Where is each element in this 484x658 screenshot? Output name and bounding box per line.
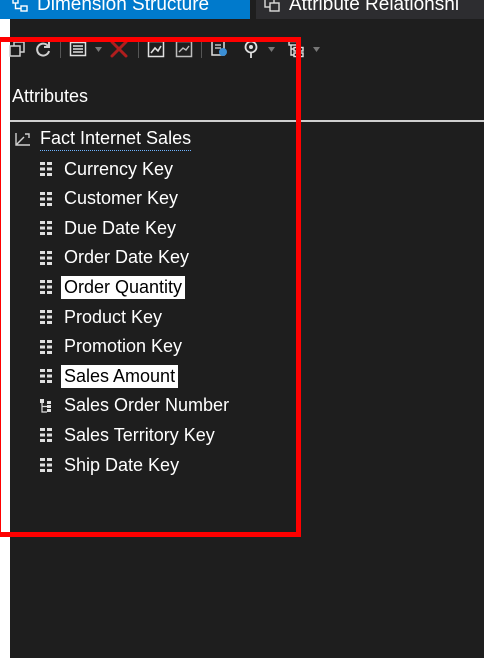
delete-icon bbox=[110, 40, 128, 58]
tree-item-attribute[interactable]: Currency Key bbox=[40, 156, 176, 182]
show-attribute-tree-icon bbox=[288, 40, 304, 58]
attribute-label: Promotion Key bbox=[64, 336, 183, 357]
attribute-label: Product Key bbox=[64, 306, 163, 327]
dimension-structure-icon bbox=[12, 0, 28, 12]
zoom-dropdown[interactable] bbox=[267, 39, 276, 59]
hide-table-icon bbox=[175, 40, 193, 58]
tab-attribute-relationships[interactable]: Attribute Relationshi bbox=[256, 0, 484, 19]
tab-label: Attribute Relationshi bbox=[289, 0, 460, 15]
attribute-label: Sales Territory Key bbox=[64, 424, 215, 445]
show-table-icon bbox=[147, 40, 165, 58]
attribute-icon bbox=[40, 250, 52, 265]
show-attribute-tree-button[interactable] bbox=[285, 39, 307, 59]
properties-dropdown[interactable] bbox=[94, 39, 103, 59]
new-named-query-button[interactable] bbox=[208, 39, 232, 59]
tab-label: Dimension Structure bbox=[37, 0, 210, 15]
tree-item-attribute[interactable]: Order Date Key bbox=[40, 245, 192, 271]
attribute-label: Customer Key bbox=[64, 188, 179, 209]
toolbar-separator bbox=[138, 40, 139, 58]
zoom-icon bbox=[244, 40, 258, 58]
attribute-tree-dropdown[interactable] bbox=[312, 39, 321, 59]
attribute-icon bbox=[40, 310, 52, 324]
tree-item-attribute[interactable]: Sales Territory Key bbox=[40, 422, 218, 448]
chevron-down-icon bbox=[268, 46, 275, 52]
tree-item-attribute[interactable]: Product Key bbox=[40, 304, 165, 330]
show-table-button[interactable] bbox=[145, 39, 167, 59]
dimension-icon bbox=[15, 133, 30, 146]
attribute-icon bbox=[40, 428, 52, 443]
tree-item-attribute[interactable]: Sales Amount bbox=[40, 363, 179, 389]
tree-item-attribute[interactable]: Due Date Key bbox=[40, 215, 179, 241]
tree-item-attribute[interactable]: Promotion Key bbox=[40, 334, 185, 360]
attribute-relationships-icon bbox=[264, 0, 280, 12]
designer-tab-strip: Dimension Structure Attribute Relationsh… bbox=[0, 0, 484, 30]
attribute-icon bbox=[40, 191, 52, 206]
header-divider bbox=[10, 120, 484, 122]
zoom-button[interactable] bbox=[240, 39, 262, 59]
tree-item-attribute[interactable]: Order Quantity bbox=[40, 274, 186, 300]
tab-dimension-structure[interactable]: Dimension Structure bbox=[0, 0, 250, 19]
attribute-label: Order Quantity bbox=[61, 275, 186, 299]
key-attribute-icon bbox=[40, 398, 51, 413]
delete-button[interactable] bbox=[106, 39, 132, 59]
attribute-label: Ship Date Key bbox=[64, 454, 180, 475]
refresh-icon bbox=[36, 42, 50, 57]
attributes-pane-title: Attributes bbox=[12, 86, 89, 106]
tree-root-dimension[interactable]: Fact Internet Sales bbox=[14, 126, 192, 152]
attribute-label: Due Date Key bbox=[64, 217, 177, 238]
toolbar-separator bbox=[201, 40, 202, 58]
new-named-query-icon bbox=[211, 40, 227, 56]
properties-icon bbox=[69, 41, 87, 57]
dimension-label: Fact Internet Sales bbox=[40, 128, 192, 151]
attribute-label: Order Date Key bbox=[64, 247, 190, 268]
designer-toolbar bbox=[0, 34, 484, 64]
process-icon bbox=[9, 41, 25, 57]
chevron-down-icon bbox=[313, 46, 320, 52]
tree-item-attribute[interactable]: Customer Key bbox=[40, 186, 181, 212]
tree-item-attribute[interactable]: Ship Date Key bbox=[40, 452, 182, 478]
properties-button[interactable] bbox=[67, 39, 89, 59]
process-button[interactable] bbox=[6, 39, 28, 59]
attribute-label: Currency Key bbox=[64, 158, 174, 179]
attribute-icon bbox=[40, 162, 52, 176]
hide-table-button[interactable] bbox=[173, 39, 195, 59]
refresh-button[interactable] bbox=[32, 39, 54, 59]
tree-item-attribute[interactable]: Sales Order Number bbox=[40, 393, 232, 419]
attribute-icon bbox=[40, 458, 52, 472]
attribute-icon bbox=[40, 339, 52, 354]
chevron-down-icon bbox=[95, 46, 102, 52]
attribute-label: Sales Order Number bbox=[64, 395, 230, 416]
app-window: Dimension Structure Attribute Relationsh… bbox=[0, 0, 484, 658]
attribute-icon bbox=[40, 369, 52, 384]
attribute-icon bbox=[40, 280, 52, 295]
attribute-icon bbox=[40, 221, 52, 236]
attribute-label: Sales Amount bbox=[61, 364, 179, 388]
toolbar-separator bbox=[60, 40, 61, 58]
